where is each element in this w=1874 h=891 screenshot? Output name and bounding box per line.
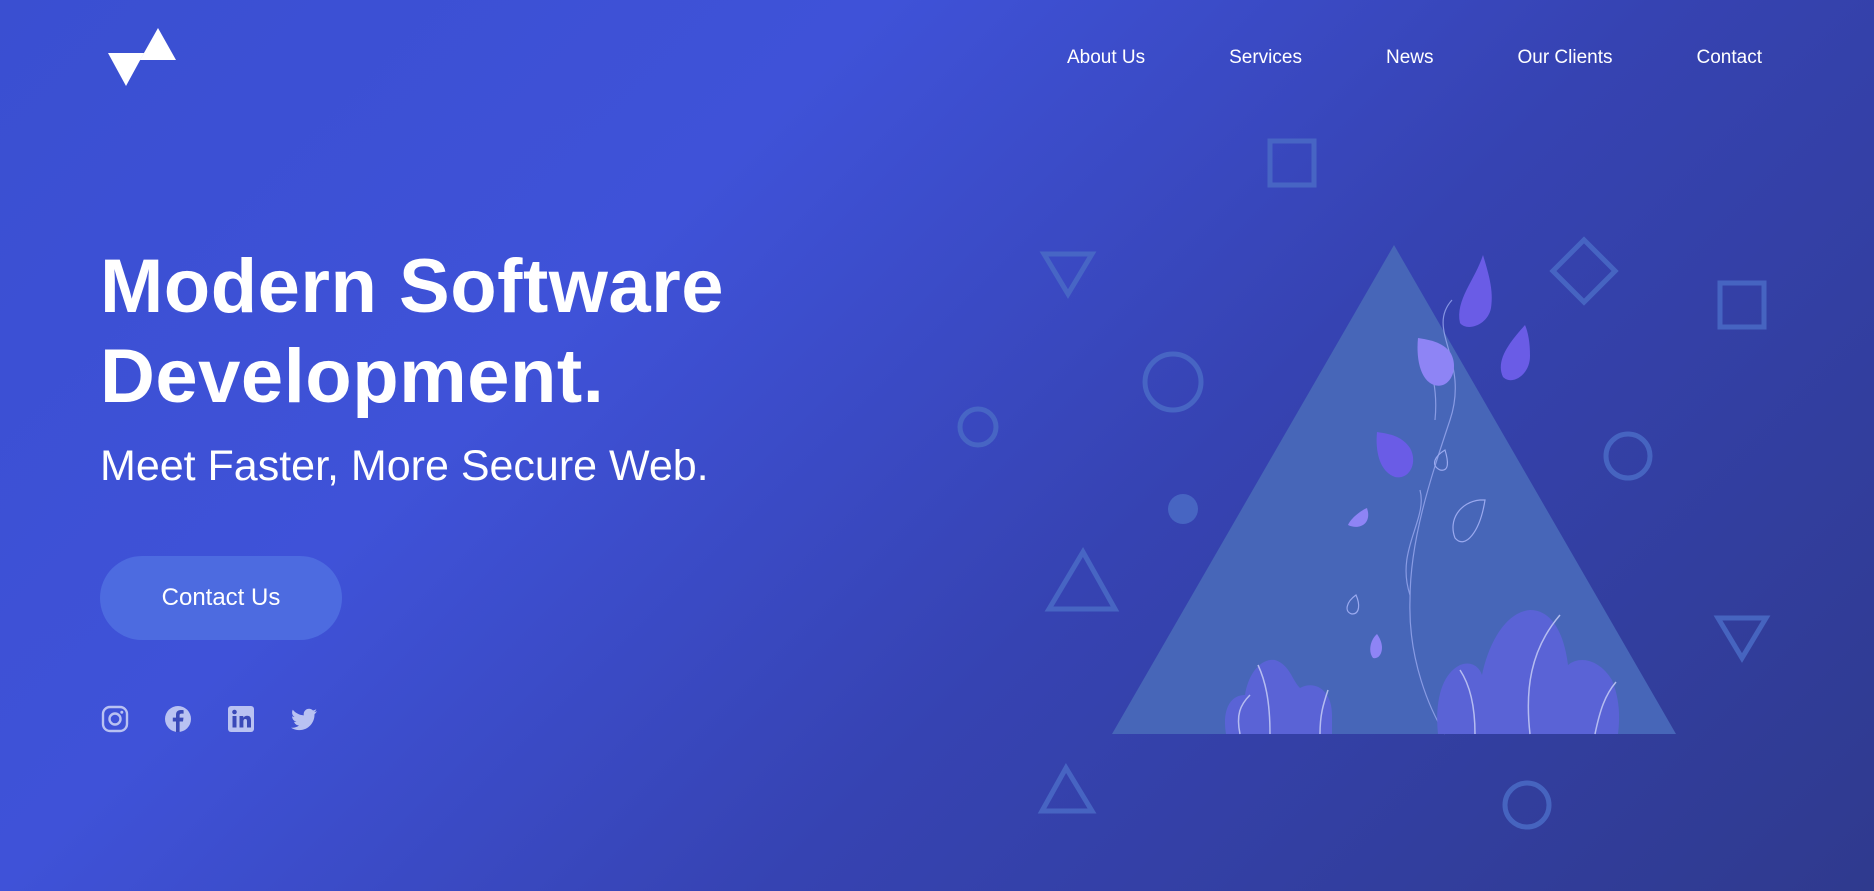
circle-outline-shape: [1142, 351, 1204, 413]
hero-title-line-2: Development.: [100, 334, 605, 419]
circle-filled-shape: [1168, 494, 1198, 524]
triangle-down-outline-shape: [1713, 615, 1771, 663]
triangle-up-outline-shape: [1044, 547, 1120, 612]
nav-services[interactable]: Services: [1229, 44, 1302, 72]
nav-our-clients[interactable]: Our Clients: [1517, 44, 1612, 72]
hero-subtitle: Meet Faster, More Secure Web.: [100, 442, 709, 490]
logo-icon: [108, 28, 176, 86]
twitter-icon[interactable]: [289, 704, 319, 734]
square-outline-shape: [1717, 280, 1767, 330]
triangle-down-outline-shape: [1039, 251, 1097, 299]
square-outline-shape: [1267, 138, 1317, 188]
contact-us-button[interactable]: Contact Us: [100, 556, 342, 640]
triangle-up-outline-shape: [1037, 763, 1097, 814]
main-triangle: [1112, 245, 1676, 734]
social-links: [100, 704, 352, 734]
diamond-outline-shape: [1549, 236, 1619, 306]
main-nav: About Us Services News Our Clients Conta…: [1067, 44, 1762, 72]
instagram-icon[interactable]: [100, 704, 130, 734]
circle-outline-shape: [957, 406, 999, 448]
circle-outline-shape: [1603, 431, 1653, 481]
logo[interactable]: [108, 26, 180, 88]
circle-outline-shape: [1502, 780, 1552, 830]
leaf: [1500, 325, 1530, 381]
nav-about-us[interactable]: About Us: [1067, 44, 1145, 72]
linkedin-icon[interactable]: [226, 704, 256, 734]
nav-news[interactable]: News: [1386, 44, 1434, 72]
nav-contact[interactable]: Contact: [1697, 44, 1762, 72]
hero-title-line-1: Modern Software: [100, 244, 724, 329]
leaf: [1459, 255, 1492, 327]
facebook-icon[interactable]: [163, 704, 193, 734]
hero-title: Modern Software Development.: [100, 242, 820, 422]
hero-illustration: [957, 138, 1771, 830]
landing-page: About Us Services News Our Clients Conta…: [0, 0, 1874, 891]
